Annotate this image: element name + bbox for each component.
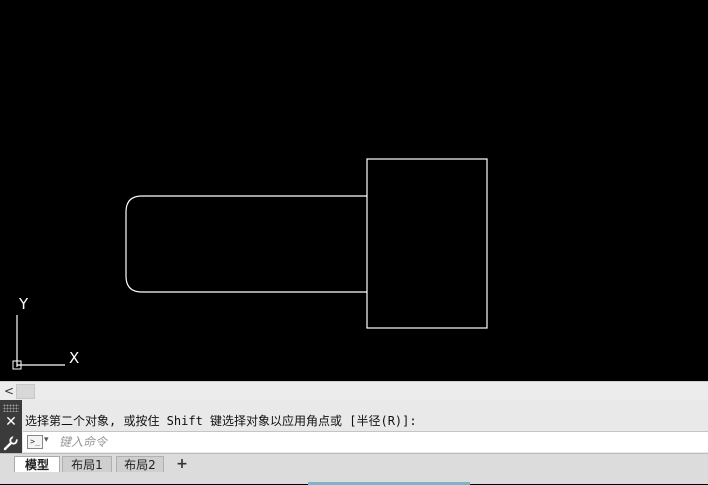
square-block-outline[interactable]	[366, 158, 488, 329]
command-input[interactable]	[59, 433, 699, 450]
close-icon[interactable]: ✕	[4, 414, 18, 430]
tab-layout2[interactable]: 布局2	[116, 456, 164, 472]
chevron-down-icon[interactable]: ▾	[44, 435, 49, 445]
add-layout-button[interactable]: +	[172, 456, 192, 472]
command-prompt-icon[interactable]: >_	[27, 435, 43, 449]
scroll-thumb[interactable]	[16, 384, 35, 399]
command-input-row: >_ ▾	[23, 431, 708, 452]
layout-tab-bar: 模型 布局1 布局2 +	[0, 453, 708, 485]
drawing-canvas[interactable]: Y X	[0, 0, 708, 381]
tab-layout1[interactable]: 布局1	[62, 456, 112, 472]
ucs-y-label: Y	[18, 295, 29, 313]
wrench-icon[interactable]	[3, 435, 19, 451]
tab-model[interactable]: 模型	[14, 456, 60, 472]
command-history-line: 选择第二个对象, 或按住 Shift 键选择对象以应用角点或 [半径(R)]:	[25, 414, 417, 428]
command-line-panel: ✕ 选择第二个对象, 或按住 Shift 键选择对象以应用角点或 [半径(R)]…	[0, 400, 708, 453]
ucs-x-label: X	[69, 349, 79, 367]
grip-handle-icon[interactable]	[3, 404, 19, 412]
rounded-shaft-outline[interactable]	[125, 195, 367, 293]
horizontal-scrollbar[interactable]: <	[0, 381, 708, 400]
ucs-icon: Y X	[12, 295, 79, 370]
scroll-left-arrow-icon[interactable]: <	[3, 383, 15, 399]
drawing-svg[interactable]: Y X	[0, 0, 708, 381]
command-side-strip: ✕	[0, 400, 22, 453]
